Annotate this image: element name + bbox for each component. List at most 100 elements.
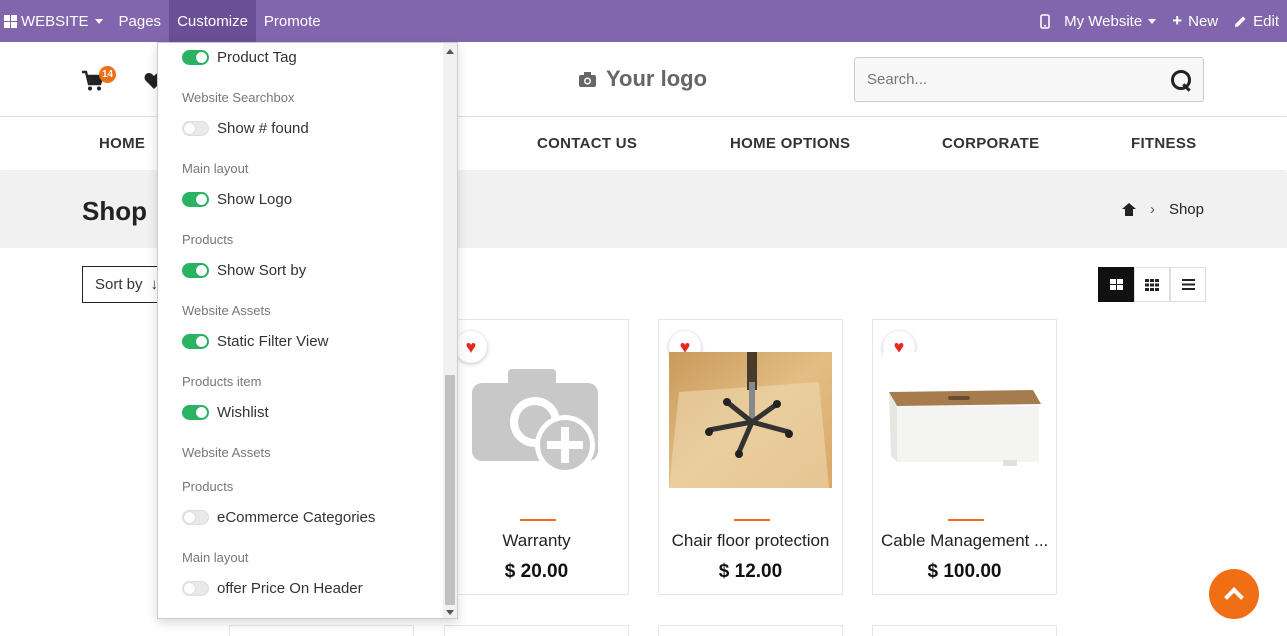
product-card[interactable]: ♥ Chair floor protection $ 12.00 [658, 319, 843, 595]
toggle-switch[interactable] [182, 334, 209, 349]
mobile-icon [1040, 13, 1050, 29]
nav-fitness[interactable]: FITNESS [1131, 135, 1196, 152]
product-price: $ 100.00 [927, 561, 1002, 582]
option-product-tag[interactable]: Product Tag [182, 49, 297, 66]
list-view-button[interactable] [1170, 267, 1206, 302]
toggle-switch[interactable] [182, 192, 209, 207]
product-accent-bar [948, 519, 984, 521]
chevron-right-icon: › [1149, 201, 1155, 218]
toggle-switch[interactable] [182, 263, 209, 278]
apps-grid-icon [4, 14, 17, 28]
toggle-switch[interactable] [182, 121, 209, 136]
menu-scrollbar[interactable] [443, 43, 457, 618]
my-website-label: My Website [1064, 12, 1143, 30]
toggle-switch[interactable] [182, 50, 209, 65]
scrollbar-thumb[interactable] [445, 375, 455, 605]
view-switcher [1098, 267, 1206, 302]
plus-icon: + [1172, 11, 1183, 30]
option-label: Static Filter View [217, 333, 329, 350]
website-menu[interactable]: WEBSITE [0, 0, 111, 42]
product-accent-bar [520, 519, 556, 521]
camera-placeholder-icon [471, 368, 598, 475]
mobile-preview-button[interactable] [1032, 0, 1056, 42]
product-image-placeholder [455, 352, 618, 488]
product-card[interactable]: ♥ Warranty $ 20.00 [444, 319, 629, 595]
nav-corporate[interactable]: CORPORATE [942, 135, 1039, 152]
option-label: Show # found [217, 120, 309, 137]
option-show-sort-by[interactable]: Show Sort by [182, 262, 306, 279]
compact-grid-view-button[interactable] [1134, 267, 1170, 302]
section-header: Main layout [182, 550, 249, 565]
toggle-switch[interactable] [182, 510, 209, 525]
search-box [854, 57, 1204, 102]
breadcrumb-current: Shop [1168, 201, 1204, 218]
grid-large-icon [1109, 279, 1123, 290]
new-button[interactable]: + New [1164, 0, 1226, 42]
option-wishlist[interactable]: Wishlist [182, 404, 269, 421]
toggle-switch[interactable] [182, 405, 209, 420]
page-title: Shop [82, 196, 147, 226]
section-header: Website Assets [182, 445, 271, 460]
chair-floor-protection-image [669, 352, 832, 488]
search-icon[interactable] [1171, 69, 1191, 90]
chevron-up-icon [1224, 587, 1244, 607]
my-website-menu[interactable]: My Website [1056, 0, 1164, 42]
edit-button[interactable]: Edit [1226, 0, 1287, 42]
new-label: New [1188, 12, 1219, 30]
website-menu-label: WEBSITE [21, 12, 89, 30]
search-input[interactable] [867, 71, 1171, 88]
product-image [883, 352, 1046, 488]
option-show-logo[interactable]: Show Logo [182, 191, 292, 208]
toggle-switch[interactable] [182, 581, 209, 596]
list-icon [1181, 279, 1195, 290]
option-show-found[interactable]: Show # found [182, 120, 309, 137]
scroll-down-arrow-icon[interactable] [446, 610, 454, 615]
section-header: Products [182, 232, 234, 247]
option-label: eCommerce Categories [217, 509, 376, 526]
product-card[interactable] [658, 625, 843, 636]
product-name[interactable]: Cable Management ... [873, 531, 1056, 551]
caret-down-icon [94, 18, 103, 24]
section-header: Website Searchbox [182, 90, 295, 105]
logo-text: Your logo [606, 66, 708, 91]
breadcrumb: › Shop [1121, 201, 1204, 218]
option-label: offer Price On Header [217, 580, 363, 597]
section-header: Website Assets [182, 303, 271, 318]
option-ecommerce-categories[interactable]: eCommerce Categories [182, 509, 375, 526]
home-icon[interactable] [1121, 203, 1136, 216]
pages-menu[interactable]: Pages [111, 0, 170, 42]
product-card[interactable] [872, 625, 1057, 636]
option-label: Wishlist [217, 404, 269, 421]
admin-navbar: WEBSITE Pages Customize Promote My Websi… [0, 0, 1287, 42]
scroll-to-top-button[interactable] [1209, 569, 1259, 619]
grid-view-button[interactable] [1098, 267, 1134, 302]
caret-down-icon [1148, 18, 1157, 24]
nav-home-options[interactable]: HOME OPTIONS [730, 135, 850, 152]
option-label: Product Tag [217, 49, 297, 66]
customize-dropdown-menu: Product Tag Website Searchbox Show # fou… [157, 42, 458, 619]
nav-contact-us[interactable]: CONTACT US [537, 135, 637, 152]
grid-small-icon [1145, 278, 1159, 291]
product-card[interactable]: ♥ Cable Management ... $ 100.00 [872, 319, 1057, 595]
product-card[interactable] [229, 625, 414, 636]
cable-management-box-image [883, 352, 1046, 488]
pencil-icon [1235, 16, 1246, 27]
product-image [669, 352, 832, 488]
option-label: Show Sort by [217, 262, 307, 279]
scroll-up-arrow-icon[interactable] [446, 49, 454, 54]
product-name[interactable]: Chair floor protection [659, 531, 842, 551]
product-card[interactable] [444, 625, 629, 636]
product-accent-bar [734, 519, 770, 521]
customize-menu[interactable]: Customize [169, 0, 256, 42]
sort-by-label: Sort by [95, 276, 143, 293]
option-label: Show Logo [217, 191, 293, 208]
product-price: $ 12.00 [718, 561, 783, 582]
nav-home[interactable]: HOME [99, 135, 145, 152]
section-header: Products item [182, 374, 262, 389]
option-static-filter-view[interactable]: Static Filter View [182, 333, 328, 350]
product-price: $ 20.00 [504, 561, 569, 582]
option-offer-price-on-header[interactable]: offer Price On Header [182, 580, 363, 597]
product-name[interactable]: Warranty [445, 531, 628, 551]
site-logo[interactable]: Your logo [578, 66, 707, 92]
promote-menu[interactable]: Promote [256, 0, 329, 42]
